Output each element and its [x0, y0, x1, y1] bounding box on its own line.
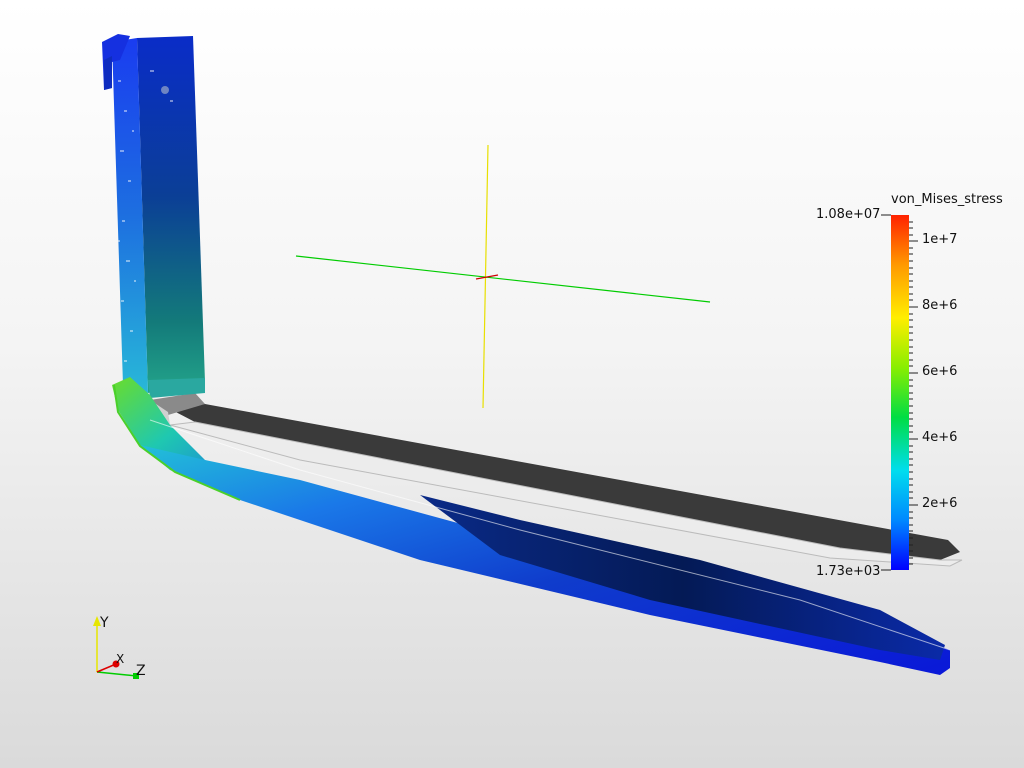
colorbar-min-label: 1.73e+03: [816, 564, 881, 579]
colorbar-tick-label: 6e+6: [922, 364, 958, 379]
colorbar-tick-label: 2e+6: [922, 496, 958, 511]
colorbar-tick-label: 1e+7: [922, 232, 958, 247]
colorbar-max-label: 1.08e+07: [816, 207, 881, 222]
y-axis-label: Y: [100, 615, 109, 631]
colorbar-ticks: [909, 221, 918, 565]
z-axis-label: Z: [136, 663, 146, 679]
shank-hook-side: [104, 56, 112, 90]
crosshair-horizontal-line: [295, 255, 711, 303]
shank-hole-mark: [161, 86, 169, 94]
colorbar: [881, 214, 918, 571]
colorbar-gradient: [891, 215, 909, 570]
deformed-fork-shank: [102, 34, 205, 398]
colorbar-title: von_Mises_stress: [891, 192, 1003, 207]
colorbar-tick-label: 4e+6: [922, 430, 958, 445]
render-viewport[interactable]: von_Mises_stress 1.08e+07 1.73e+03 1e+7 …: [0, 0, 1024, 768]
z-axis-line: [96, 671, 138, 677]
x-axis-label: X: [116, 652, 125, 666]
shank-side-face: [137, 36, 205, 393]
colorbar-tick-label: 8e+6: [922, 298, 958, 313]
center-crosshair: [295, 144, 711, 409]
scene-svg[interactable]: [0, 0, 1024, 768]
